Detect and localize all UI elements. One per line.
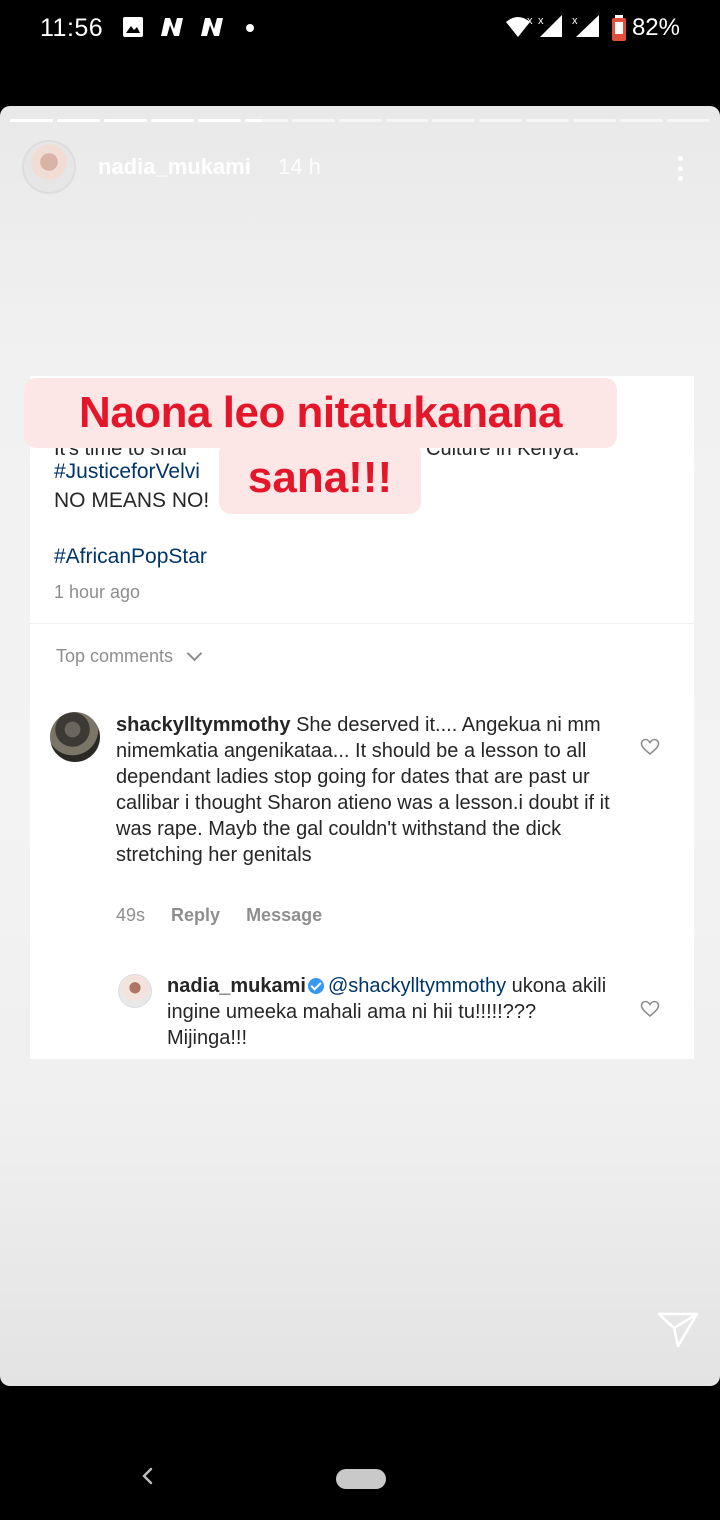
story-text-sticker: sana!!! [219, 442, 421, 514]
battery-icon [612, 15, 626, 41]
reply-text: nadia_mukami @shackylltymmothy ukona akil… [167, 973, 617, 1051]
mention: @shackylltymmothy [327, 975, 507, 997]
send-icon[interactable] [656, 1310, 700, 1350]
heart-icon [640, 738, 660, 756]
wifi-icon: x [506, 15, 533, 37]
comment-username: nadia_mukami [167, 975, 306, 997]
story-username[interactable]: nadia_mukami [98, 154, 251, 180]
svg-text:x: x [572, 15, 578, 27]
story-progress-segment [197, 119, 241, 122]
comment-body: She deserved it.... Angekua ni mm nimemk… [116, 714, 610, 866]
story-progress-bar [10, 119, 711, 122]
story-progress-segment [56, 119, 100, 122]
story-text-sticker: Naona leo nitatukanana [24, 378, 617, 448]
divider [30, 623, 694, 624]
signal-icon: x [538, 15, 562, 37]
more-options-icon[interactable] [668, 148, 692, 188]
story-progress-segment [526, 119, 570, 122]
story-progress-segment [620, 119, 664, 122]
story-progress-fill [197, 119, 241, 122]
story-progress-segment [479, 119, 523, 122]
story-progress-segment [573, 119, 617, 122]
story-time: 14 h [278, 154, 321, 179]
post-timestamp: 1 hour ago [54, 582, 141, 602]
story-progress-segment [103, 119, 147, 122]
svg-text:x: x [527, 15, 533, 27]
n-app-icon [201, 18, 223, 36]
avatar [118, 974, 152, 1008]
chevron-down-icon [186, 645, 203, 662]
comment-username: shackylltymmothy [116, 714, 291, 736]
story-progress-fill [56, 119, 100, 122]
story-progress-fill [103, 119, 147, 122]
image-icon [123, 17, 143, 37]
comment-meta: 49s Reply Message [116, 905, 322, 926]
story-progress-segment [10, 119, 53, 122]
dot-icon [246, 24, 254, 32]
story-header: nadia_mukami 14 h [22, 140, 698, 196]
status-time: 11:56 [40, 14, 104, 42]
comment-time: 49s [116, 905, 146, 925]
story-progress-segment [667, 119, 711, 122]
signal-icon: x [572, 15, 599, 37]
story-progress-segment [244, 119, 288, 122]
message-link: Message [246, 905, 323, 925]
svg-text:x: x [538, 15, 544, 27]
battery-percent: 82% [631, 14, 680, 41]
post-hashtag: #JusticeforVelvi [54, 460, 200, 483]
story-viewer[interactable]: nadia_mukami 14 h It's time to shar Cult… [0, 106, 720, 1386]
story-progress-fill [150, 119, 194, 122]
comment-text: shackylltymmothy She deserved it.... Ang… [116, 712, 616, 868]
story-progress-segment [291, 119, 335, 122]
heart-icon [640, 1000, 660, 1018]
top-comments-label: Top comments [56, 646, 174, 666]
story-progress-segment [385, 119, 429, 122]
story-progress-segment [338, 119, 382, 122]
avatar[interactable] [22, 140, 76, 194]
story-progress-segment [150, 119, 194, 122]
navigation-bar [0, 1386, 720, 1520]
post-hashtag: #AfricanPopStar [54, 545, 207, 568]
back-icon[interactable] [138, 1466, 158, 1486]
top-comments-dropdown: Top comments [56, 645, 203, 667]
story-progress-segment [432, 119, 476, 122]
post-caption-line: NO MEANS NO! [54, 489, 210, 512]
n-app-icon [161, 18, 183, 36]
story-progress-fill [244, 119, 262, 122]
story-progress-fill [10, 119, 53, 122]
avatar [50, 712, 100, 762]
home-pill-button[interactable] [336, 1469, 386, 1489]
reply-link: Reply [171, 905, 221, 925]
status-bar: 11:56 x x x 82% [0, 0, 720, 58]
verified-badge-icon [307, 978, 324, 994]
